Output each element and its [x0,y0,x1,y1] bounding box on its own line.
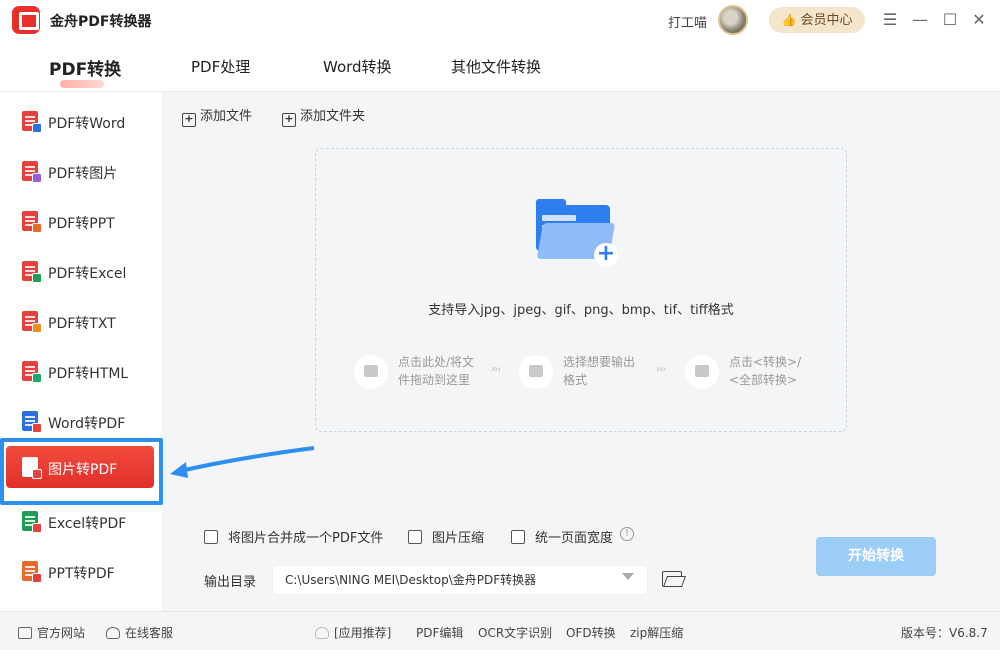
merge-images-label: 将图片合并成一个PDF文件 [228,531,384,546]
compress-images-checkbox[interactable]: 图片压缩 [408,527,484,546]
merge-images-checkbox[interactable]: 将图片合并成一个PDF文件 [204,527,383,546]
link-ofd-convert[interactable]: OFD转换 [566,624,616,641]
pdf-to-txt-icon [22,311,42,333]
add-file-label: 添加文件 [200,109,253,124]
headset-icon [106,627,120,639]
file-drop-zone[interactable]: + 支持导入jpg、jpeg、gif、png、bmp、tif、tiff格式 点击… [315,148,847,432]
sidebar-item-pdf-to-word[interactable]: PDF转Word [0,97,162,147]
pdf-to-ppt-icon [22,211,42,233]
version-text: 版本号：V6.8.7 [901,626,988,640]
tab-word-convert[interactable]: Word转换 [323,56,392,77]
link-zip[interactable]: zip解压缩 [630,624,683,641]
active-tab-indicator [60,80,104,88]
minimize-icon[interactable]: — [909,9,931,31]
status-bar: 官方网站 在线客服 [应用推荐] PDF编辑 OCR文字识别 OFD转换 zip… [0,611,1000,650]
app-title: 金舟PDF转换器 [50,14,152,30]
supported-formats-text: 支持导入jpg、jpeg、gif、png、bmp、tif、tiff格式 [428,303,734,318]
step-convert-text: 点击<转换>/ <全部转换> [729,355,802,387]
online-service-label: 在线客服 [125,626,174,640]
menu-icon[interactable]: ☰ [879,9,901,31]
sidebar-item-label: PDF转Excel [48,266,127,282]
step-arrows-icon: ››› [656,364,666,375]
folder-icon [354,355,388,389]
title-bar: 金舟PDF转换器 打工喵 👍 会员中心 ☰ — ☐ ✕ [0,0,1000,40]
sidebar-item-pdf-to-html[interactable]: PDF转HTML [0,347,162,397]
step-convert: 点击<转换>/ <全部转换> [685,353,825,389]
output-dir-select[interactable]: C:\Users\NING MEI\Desktop\金舟PDF转换器 [272,565,648,595]
main-tabs: PDF转换 PDF处理 Word转换 其他文件转换 [0,40,1000,92]
export-icon [519,355,553,389]
sidebar-item-ppt-to-pdf[interactable]: PPT转PDF [0,547,162,597]
sidebar: PDF转Word PDF转图片 PDF转PPT PDF转Excel PDF转TX… [0,92,163,611]
username[interactable]: 打工喵 [668,12,707,31]
pdf-to-image-icon [22,161,42,183]
uniform-width-label: 统一页面宽度 [535,531,614,546]
add-file-icon: + [182,113,196,127]
convert-icon [685,355,719,389]
official-website-label: 官方网站 [37,626,86,640]
sidebar-item-pdf-to-excel[interactable]: PDF转Excel [0,247,162,297]
add-folder-button[interactable]: + 添加文件夹 [282,105,365,127]
step-format: 选择想要输出 格式 [519,353,659,389]
ppt-to-pdf-icon [22,561,42,583]
app-recommend-label: [应用推荐] [334,626,392,640]
sidebar-item-excel-to-pdf[interactable]: Excel转PDF [0,497,162,547]
sidebar-item-label: Word转PDF [48,416,126,432]
gear-icon [315,627,329,639]
link-ocr[interactable]: OCR文字识别 [478,624,552,641]
open-folder-icon[interactable] [662,569,684,587]
link-pdf-edit[interactable]: PDF编辑 [416,624,463,641]
thumbs-up-icon: 👍 [781,13,797,27]
checkbox-box [511,530,525,544]
folder-add-icon: + [536,199,622,271]
add-folder-icon: + [282,113,296,127]
compress-images-label: 图片压缩 [432,531,485,546]
add-folder-label: 添加文件夹 [300,109,366,124]
avatar[interactable] [718,5,748,35]
step-format-text: 选择想要输出 格式 [563,355,636,387]
online-service-link[interactable]: 在线客服 [106,624,173,641]
sidebar-item-label: PDF转HTML [48,366,129,382]
chevron-down-icon[interactable] [622,573,634,580]
tab-pdf-process[interactable]: PDF处理 [191,56,250,77]
official-website-link[interactable]: 官方网站 [18,624,85,641]
sidebar-item-label: PDF转PPT [48,216,115,232]
checkbox-box [204,530,218,544]
pdf-to-excel-icon [22,261,42,283]
excel-to-pdf-icon [22,511,42,533]
sidebar-item-label: PDF转Word [48,116,126,132]
uniform-width-checkbox[interactable]: 统一页面宽度 [511,527,613,546]
step-arrows-icon: ››› [491,364,501,375]
sidebar-item-pdf-to-txt[interactable]: PDF转TXT [0,297,162,347]
vip-center-label: 会员中心 [800,13,853,28]
sidebar-item-label: 图片转PDF [48,462,118,478]
annotation-arrow [170,446,315,478]
sidebar-item-image-to-pdf[interactable]: 图片转PDF [0,438,163,505]
info-icon[interactable]: ! [620,527,634,541]
sidebar-item-pdf-to-ppt[interactable]: PDF转PPT [0,197,162,247]
image-to-pdf-icon [22,457,42,479]
checkbox-box [408,530,422,544]
monitor-icon [18,627,32,639]
pdf-to-html-icon [22,361,42,383]
sidebar-item-label: PPT转PDF [48,566,115,582]
sidebar-item-pdf-to-image[interactable]: PDF转图片 [0,147,162,197]
word-to-pdf-icon [22,411,42,433]
sidebar-item-label: PDF转TXT [48,316,116,332]
pdf-to-word-icon [22,111,42,133]
start-convert-button[interactable]: 开始转换 [816,537,936,576]
add-file-button[interactable]: + 添加文件 [182,105,252,127]
tab-other-convert[interactable]: 其他文件转换 [451,56,541,77]
app-recommend: [应用推荐] [315,624,391,641]
tab-pdf-convert[interactable]: PDF转换 [49,55,121,80]
step-import-text: 点击此处/将文 件拖动到这里 [398,355,475,387]
app-logo-icon [12,6,40,34]
step-import: 点击此处/将文 件拖动到这里 [354,353,494,389]
vip-center-button[interactable]: 👍 会员中心 [769,7,865,33]
output-dir-label: 输出目录 [204,575,257,590]
sidebar-item-label: Excel转PDF [48,516,127,532]
maximize-icon[interactable]: ☐ [939,9,961,31]
close-icon[interactable]: ✕ [968,9,990,31]
sidebar-item-label: PDF转图片 [48,166,118,182]
